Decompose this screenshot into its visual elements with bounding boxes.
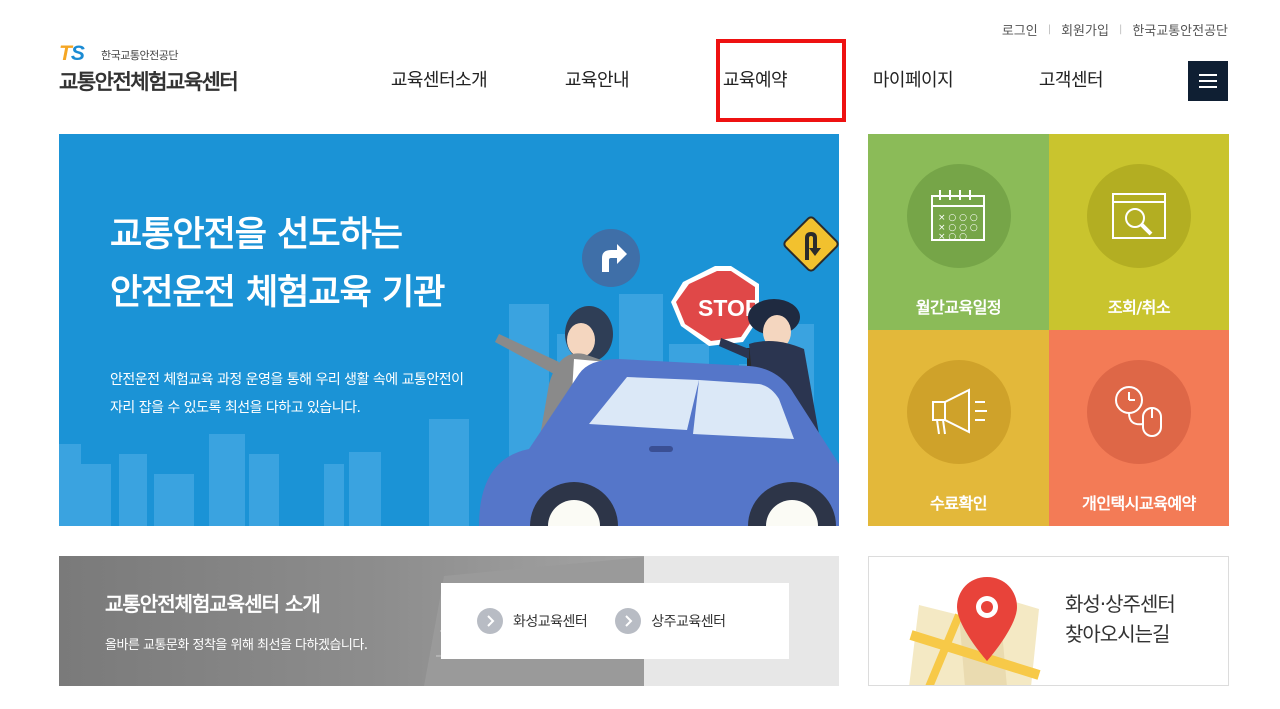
link-label: 상주교육센터: [651, 614, 726, 630]
tile-label: 수료확인: [930, 494, 987, 513]
nav-customer-center[interactable]: 고객센터: [992, 58, 1150, 100]
chevron-right-icon: [615, 608, 642, 634]
signup-link[interactable]: 회원가입: [1061, 20, 1109, 39]
menu-icon-bar: [1199, 80, 1217, 82]
svg-text:× ○ ○ ○: × ○ ○ ○: [938, 213, 978, 223]
site-logo[interactable]: TS 한국교통안전공단 교통안전체험교육센터: [59, 42, 269, 96]
main-nav: 교육센터소개 교육안내 교육예약 마이페이지 고객센터: [360, 58, 1150, 100]
nav-education-center[interactable]: 교육센터소개: [360, 58, 518, 100]
calendar-icon: × ○ ○ ○ × ○ ○ ○ × ○ ○: [906, 164, 1011, 268]
map-pin-icon: [909, 577, 1041, 685]
tile-monthly-schedule[interactable]: × ○ ○ ○ × ○ ○ ○ × ○ ○ 월간교육일정: [868, 134, 1049, 330]
tile-label: 조회/취소: [1107, 298, 1171, 317]
svg-text:× ○ ○: × ○ ○: [938, 232, 967, 242]
directions-line: 화성·상주센터: [1065, 592, 1176, 616]
clock-mouse-icon: [1087, 360, 1191, 464]
intro-description: 올바른 교통문화 정착을 위해 최선을 다하겠습니다.: [105, 638, 368, 653]
tile-completion-check[interactable]: 수료확인: [868, 330, 1049, 526]
hwaseong-center-link[interactable]: 화성교육센터: [477, 608, 588, 634]
hamburger-menu-button[interactable]: [1188, 61, 1228, 101]
hero-illustration: STOP: [59, 216, 839, 526]
utility-links: 로그인 | 회원가입 | 한국교통안전공단: [1002, 20, 1228, 39]
hero-title-line: 교통안전을 선도하는: [110, 215, 403, 255]
separator: |: [1047, 24, 1052, 35]
tile-inquiry-cancel[interactable]: 조회/취소: [1049, 134, 1229, 330]
center-links: 화성교육센터 상주교육센터: [441, 583, 789, 659]
hero-banner: STOP 교통안전을 선도하는 안전운전 체험교육 기관 안전운전 체험교육 과…: [59, 134, 839, 526]
search-window-icon: [1087, 164, 1191, 268]
chevron-right-icon: [477, 608, 503, 634]
menu-icon-bar: [1199, 74, 1217, 76]
tile-taxi-reservation[interactable]: 개인택시교육예약: [1049, 330, 1229, 526]
directions-text: 화성·상주센터 찾아오시는길: [1065, 589, 1176, 649]
sangju-center-link[interactable]: 상주교육센터: [615, 608, 726, 634]
hero-desc-line: 안전운전 체험교육 과정 운영을 통해 우리 생활 속에 교통안전이: [110, 372, 464, 388]
org-name: 한국교통안전공단: [101, 49, 178, 62]
hero-description: 안전운전 체험교육 과정 운영을 통해 우리 생활 속에 교통안전이 자리 잡을…: [110, 366, 464, 422]
center-intro-banner: 교통안전체험교육센터 소개 올바른 교통문화 정착을 위해 최선을 다하겠습니다…: [59, 556, 839, 686]
directions-line: 찾아오시는길: [1065, 622, 1170, 646]
hero-title-line: 안전운전 체험교육 기관: [110, 273, 445, 313]
nav-education-reservation[interactable]: 교육예약: [676, 58, 834, 100]
tile-label: 개인택시교육예약: [1082, 494, 1196, 513]
hero-desc-line: 자리 잡을 수 있도록 최선을 다하고 있습니다.: [110, 400, 361, 416]
nav-mypage[interactable]: 마이페이지: [834, 58, 992, 100]
ts-logo-mark: TS: [59, 42, 85, 65]
hero-title: 교통안전을 선도하는 안전운전 체험교육 기관: [110, 206, 445, 322]
quick-menu-tiles: × ○ ○ ○ × ○ ○ ○ × ○ ○ 월간교육일정 조회/취소 수료확인 …: [868, 134, 1229, 526]
uturn-sign-icon: [783, 216, 839, 272]
tile-label: 월간교육일정: [915, 298, 1002, 317]
login-link[interactable]: 로그인: [1002, 20, 1038, 39]
site-name: 교통안전체험교육센터: [59, 70, 239, 94]
link-label: 화성교육센터: [513, 614, 588, 630]
megaphone-icon: [906, 360, 1011, 464]
intro-title: 교통안전체험교육센터 소개: [105, 592, 321, 616]
menu-icon-bar: [1199, 86, 1217, 88]
nav-education-guide[interactable]: 교육안내: [518, 58, 676, 100]
separator: |: [1118, 24, 1123, 35]
directions-card[interactable]: 화성·상주센터 찾아오시는길: [868, 556, 1229, 686]
kotsa-link[interactable]: 한국교통안전공단: [1132, 20, 1228, 39]
